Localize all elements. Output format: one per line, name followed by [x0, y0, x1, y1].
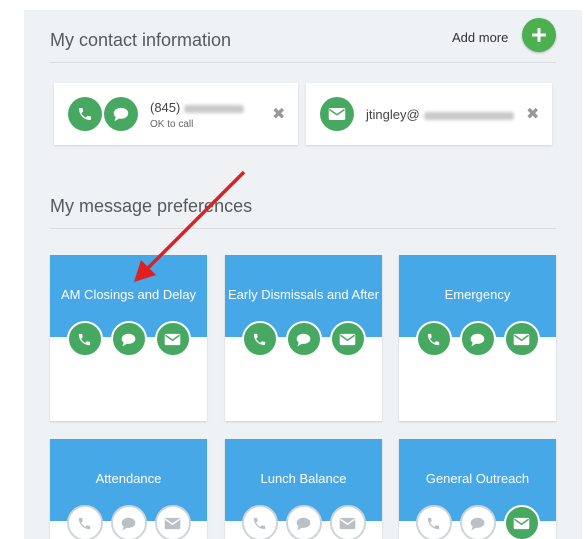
remove-email-button[interactable]: ✖	[526, 104, 539, 124]
preferences-section-title: My message preferences	[50, 196, 253, 216]
text-toggle-button[interactable]	[110, 505, 147, 539]
close-icon: ✖	[272, 106, 286, 123]
plus-icon	[532, 28, 546, 42]
text-toggle-button[interactable]	[459, 321, 496, 357]
envelope-icon	[513, 333, 530, 345]
email-address-text: jtingley@	[366, 107, 514, 122]
phone-number-text: (845)	[150, 100, 245, 115]
email-contact-card: jtingley@ ✖	[306, 83, 552, 145]
email-toggle-button[interactable]	[503, 505, 540, 539]
chat-bubble-icon	[296, 333, 311, 346]
text-toggle-button[interactable]	[110, 321, 147, 357]
preference-card-early-dismissals-and-after: Early Dismissals and After	[225, 255, 382, 421]
preference-card-title: AM Closings and Delay	[60, 287, 197, 302]
preference-card-attendance: Attendance	[50, 439, 207, 539]
text-toggle-button[interactable]	[285, 321, 322, 357]
preference-card-am-closings-and-delay: AM Closings and Delay	[50, 255, 207, 421]
email-toggle-button[interactable]	[154, 505, 191, 539]
chat-bubble-icon	[470, 333, 485, 346]
phone-number: (845)	[150, 100, 181, 115]
email-toggle-button[interactable]	[503, 321, 540, 357]
phone-icon	[427, 333, 440, 345]
preference-card-title: Lunch Balance	[260, 471, 347, 486]
preference-card-title: Attendance	[95, 471, 162, 486]
phone-contact-card: (845) OK to call ✖	[54, 83, 298, 145]
add-more-button[interactable]	[522, 18, 556, 52]
preference-card-emergency: Emergency	[399, 255, 556, 421]
text-toggle-button[interactable]	[285, 505, 322, 539]
call-toggle-button[interactable]	[241, 505, 278, 539]
preference-card-title: Early Dismissals and After	[228, 287, 379, 302]
chat-bubble-icon	[121, 517, 136, 530]
channel-toggle-row	[50, 321, 207, 357]
chat-bubble-icon	[121, 333, 136, 346]
contact-section-title: My contact information	[50, 30, 232, 50]
chat-bubble-icon	[296, 517, 311, 530]
preference-card-title: Emergency	[444, 287, 511, 302]
add-more-label[interactable]: Add more	[452, 30, 508, 45]
envelope-icon	[339, 333, 356, 345]
redacted-phone-digits	[184, 104, 245, 113]
email-address: jtingley@	[366, 107, 420, 122]
envelope-icon	[513, 517, 530, 529]
phone-icon	[79, 108, 91, 120]
channel-toggle-row	[399, 505, 556, 539]
envelope-icon	[328, 108, 346, 120]
phone-icon	[253, 517, 266, 529]
channel-toggle-row	[50, 505, 207, 539]
close-icon: ✖	[526, 106, 540, 123]
preferences-section-divider	[50, 228, 556, 229]
envelope-icon	[164, 517, 181, 529]
call-button[interactable]	[68, 97, 102, 131]
preference-card-title: General Outreach	[425, 471, 530, 486]
phone-icon	[427, 517, 440, 529]
email-toggle-button[interactable]	[329, 321, 366, 357]
phone-icon	[253, 333, 266, 345]
email-button[interactable]	[320, 97, 354, 131]
phone-icon	[78, 517, 91, 529]
preference-card-general-outreach: General Outreach	[399, 439, 556, 539]
envelope-icon	[164, 333, 181, 345]
contact-section-divider	[50, 62, 556, 63]
email-toggle-button[interactable]	[154, 321, 191, 357]
redacted-email-domain	[423, 111, 514, 120]
phone-icon	[78, 333, 91, 345]
contact-preferences-panel: My contact information Add more (845) OK…	[24, 10, 582, 539]
call-toggle-button[interactable]	[66, 505, 103, 539]
chat-bubble-icon	[113, 107, 129, 122]
text-button[interactable]	[104, 97, 138, 131]
email-toggle-button[interactable]	[329, 505, 366, 539]
call-toggle-button[interactable]	[415, 321, 452, 357]
text-toggle-button[interactable]	[459, 505, 496, 539]
preference-card-lunch-balance: Lunch Balance	[225, 439, 382, 539]
call-toggle-button[interactable]	[66, 321, 103, 357]
remove-phone-button[interactable]: ✖	[272, 104, 285, 124]
chat-bubble-icon	[470, 517, 485, 530]
phone-permission-note: OK to call	[150, 119, 194, 130]
channel-toggle-row	[225, 505, 382, 539]
channel-toggle-row	[399, 321, 556, 357]
envelope-icon	[339, 517, 356, 529]
call-toggle-button[interactable]	[415, 505, 452, 539]
channel-toggle-row	[225, 321, 382, 357]
call-toggle-button[interactable]	[241, 321, 278, 357]
